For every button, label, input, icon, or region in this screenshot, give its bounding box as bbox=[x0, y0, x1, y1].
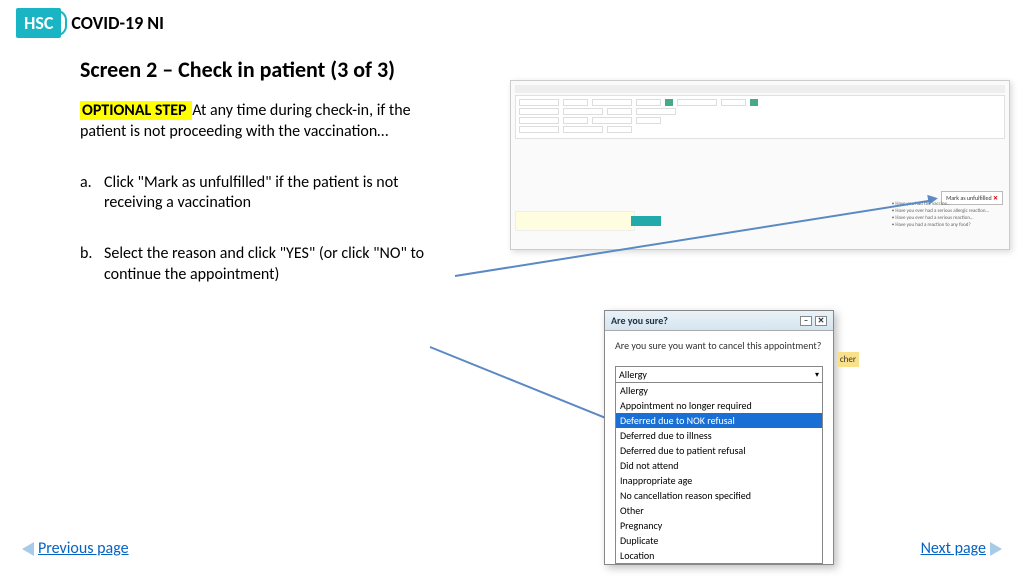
step-text: Click "Mark as unfulfilled" if the patie… bbox=[104, 173, 398, 213]
minimize-icon[interactable]: − bbox=[800, 316, 812, 326]
previous-page-link[interactable]: Previous page bbox=[22, 539, 129, 558]
reason-selected-value: Allergy bbox=[619, 368, 647, 381]
callout-arrowhead-a bbox=[927, 193, 938, 204]
reason-select[interactable]: Allergy ▾ bbox=[615, 366, 823, 383]
reason-option[interactable]: Deferred due to patient refusal bbox=[616, 443, 822, 458]
callout-arrow-b bbox=[430, 346, 616, 423]
dialog-body-text: Are you sure you want to cancel this app… bbox=[605, 331, 833, 366]
step-list: a. Click "Mark as unfulfilled" if the pa… bbox=[80, 173, 460, 286]
confirm-dialog: Are you sure? − ✕ Are you sure you want … bbox=[604, 310, 834, 565]
reason-option[interactable]: Did not attend bbox=[616, 458, 822, 473]
reason-option[interactable]: Inappropriate age bbox=[616, 473, 822, 488]
screenshot-appointment-form: Mark as unfulfilled ✕ • Have you had the… bbox=[510, 80, 1010, 250]
reason-option[interactable]: Pregnancy bbox=[616, 518, 822, 533]
close-icon[interactable]: ✕ bbox=[815, 316, 827, 326]
intro-text: OPTIONAL STEP At any time during check-i… bbox=[80, 101, 440, 143]
header-title: COVID-19 NI bbox=[71, 12, 164, 34]
reason-options-list: Allergy Appointment no longer required D… bbox=[615, 383, 823, 564]
step-b: b. Select the reason and click "YES" (or… bbox=[80, 244, 460, 286]
dialog-title-text: Are you sure? bbox=[611, 314, 668, 327]
arrow-left-icon bbox=[22, 542, 34, 556]
step-text: Select the reason and click "YES" (or cl… bbox=[104, 244, 424, 284]
next-page-link[interactable]: Next page bbox=[921, 539, 1002, 558]
chevron-down-icon: ▾ bbox=[815, 370, 819, 380]
step-marker: b. bbox=[80, 244, 92, 265]
prev-label: Previous page bbox=[38, 539, 129, 558]
reason-option[interactable]: Allergy bbox=[616, 383, 822, 398]
header: HSC COVID-19 NI bbox=[0, 0, 1024, 46]
reason-option[interactable]: Deferred due to illness bbox=[616, 428, 822, 443]
hsc-logo: HSC bbox=[16, 8, 61, 38]
step-marker: a. bbox=[80, 173, 92, 194]
reason-option-selected[interactable]: Deferred due to NOK refusal bbox=[616, 413, 822, 428]
reason-option[interactable]: Other bbox=[616, 503, 822, 518]
nav-footer: Previous page Next page bbox=[22, 539, 1002, 558]
next-label: Next page bbox=[921, 539, 986, 558]
optional-step-highlight: OPTIONAL STEP bbox=[80, 101, 192, 120]
cher-fragment: cher bbox=[837, 352, 859, 367]
reason-option[interactable]: No cancellation reason specified bbox=[616, 488, 822, 503]
step-a: a. Click "Mark as unfulfilled" if the pa… bbox=[80, 173, 460, 215]
dialog-titlebar: Are you sure? − ✕ bbox=[605, 311, 833, 331]
x-icon: ✕ bbox=[993, 194, 998, 202]
reason-option[interactable]: Appointment no longer required bbox=[616, 398, 822, 413]
arrow-right-icon bbox=[990, 542, 1002, 556]
page-title: Screen 2 – Check in patient (3 of 3) bbox=[80, 56, 944, 83]
